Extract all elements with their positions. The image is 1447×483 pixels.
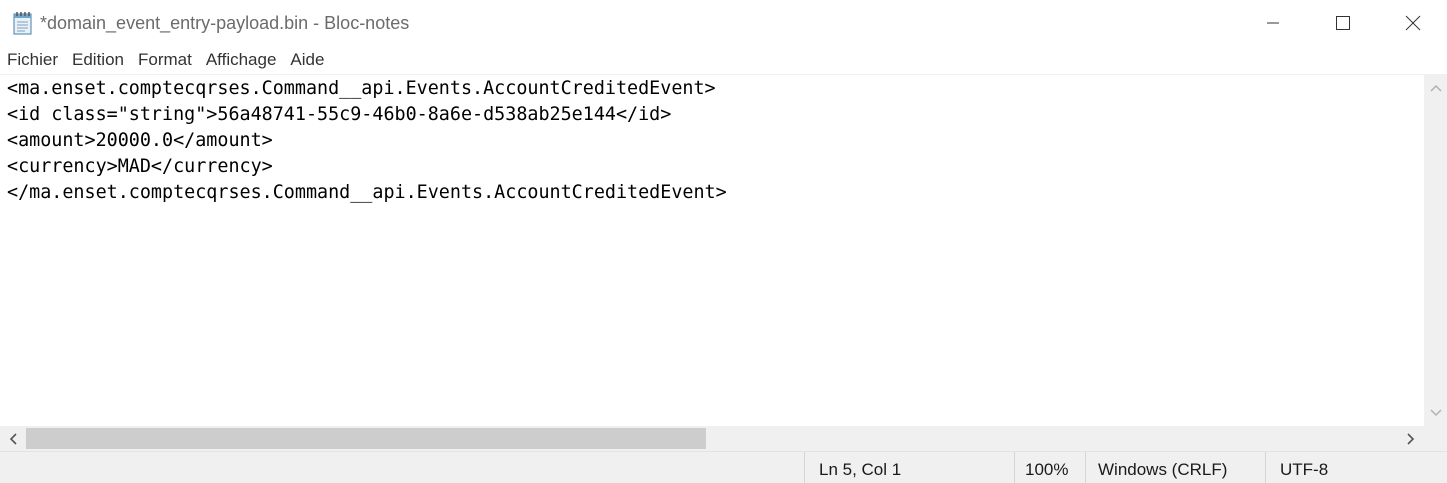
scrollbar-corner bbox=[1424, 426, 1447, 451]
editor-line-3: <amount>20000.0</amount> bbox=[7, 130, 273, 151]
notepad-window: *domain_event_entry-payload.bin - Bloc-n… bbox=[0, 0, 1447, 483]
line-ending: Windows (CRLF) bbox=[1085, 452, 1265, 483]
menu-edition[interactable]: Edition bbox=[65, 46, 131, 74]
horizontal-scroll-thumb[interactable] bbox=[26, 428, 706, 449]
scroll-down-button[interactable] bbox=[1424, 401, 1447, 424]
window-title: *domain_event_entry-payload.bin - Bloc-n… bbox=[40, 13, 410, 33]
editor-line-1: <ma.enset.comptecqrses.Command__api.Even… bbox=[7, 78, 716, 99]
menu-bar: Fichier Edition Format Affichage Aide bbox=[0, 46, 1447, 74]
scroll-left-button[interactable] bbox=[0, 426, 25, 451]
zoom-level: 100% bbox=[1014, 452, 1085, 483]
title-bar[interactable]: *domain_event_entry-payload.bin - Bloc-n… bbox=[0, 0, 1447, 46]
chevron-down-icon bbox=[1429, 408, 1442, 416]
close-button[interactable] bbox=[1378, 0, 1447, 46]
chevron-left-icon bbox=[9, 432, 17, 445]
menu-affichage[interactable]: Affichage bbox=[199, 46, 284, 74]
chevron-right-icon bbox=[1406, 432, 1414, 445]
editor-line-4: <currency>MAD</currency> bbox=[7, 156, 273, 177]
editor-line-2: <id class="string">56a48741-55c9-46b0-8a… bbox=[7, 104, 672, 125]
maximize-button[interactable] bbox=[1308, 0, 1378, 46]
horizontal-scrollbar[interactable] bbox=[0, 426, 1424, 451]
close-icon bbox=[1405, 15, 1421, 31]
minimize-icon bbox=[1267, 22, 1279, 24]
menu-aide[interactable]: Aide bbox=[283, 46, 331, 74]
status-bar: Ln 5, Col 1 100% Windows (CRLF) UTF-8 bbox=[0, 451, 1447, 483]
vertical-scrollbar[interactable] bbox=[1424, 74, 1447, 426]
cursor-position: Ln 5, Col 1 bbox=[804, 452, 1014, 483]
text-editor[interactable]: <ma.enset.comptecqrses.Command__api.Even… bbox=[0, 74, 1424, 426]
scroll-up-button[interactable] bbox=[1424, 76, 1447, 99]
scroll-right-button[interactable] bbox=[1398, 426, 1423, 451]
encoding: UTF-8 bbox=[1265, 452, 1447, 483]
chevron-up-icon bbox=[1429, 84, 1442, 92]
editor-line-5: </ma.enset.comptecqrses.Command__api.Eve… bbox=[7, 182, 727, 203]
maximize-icon bbox=[1336, 16, 1350, 30]
menu-fichier[interactable]: Fichier bbox=[0, 46, 65, 74]
minimize-button[interactable] bbox=[1238, 0, 1308, 46]
menu-format[interactable]: Format bbox=[131, 46, 199, 74]
notepad-icon bbox=[12, 11, 34, 35]
